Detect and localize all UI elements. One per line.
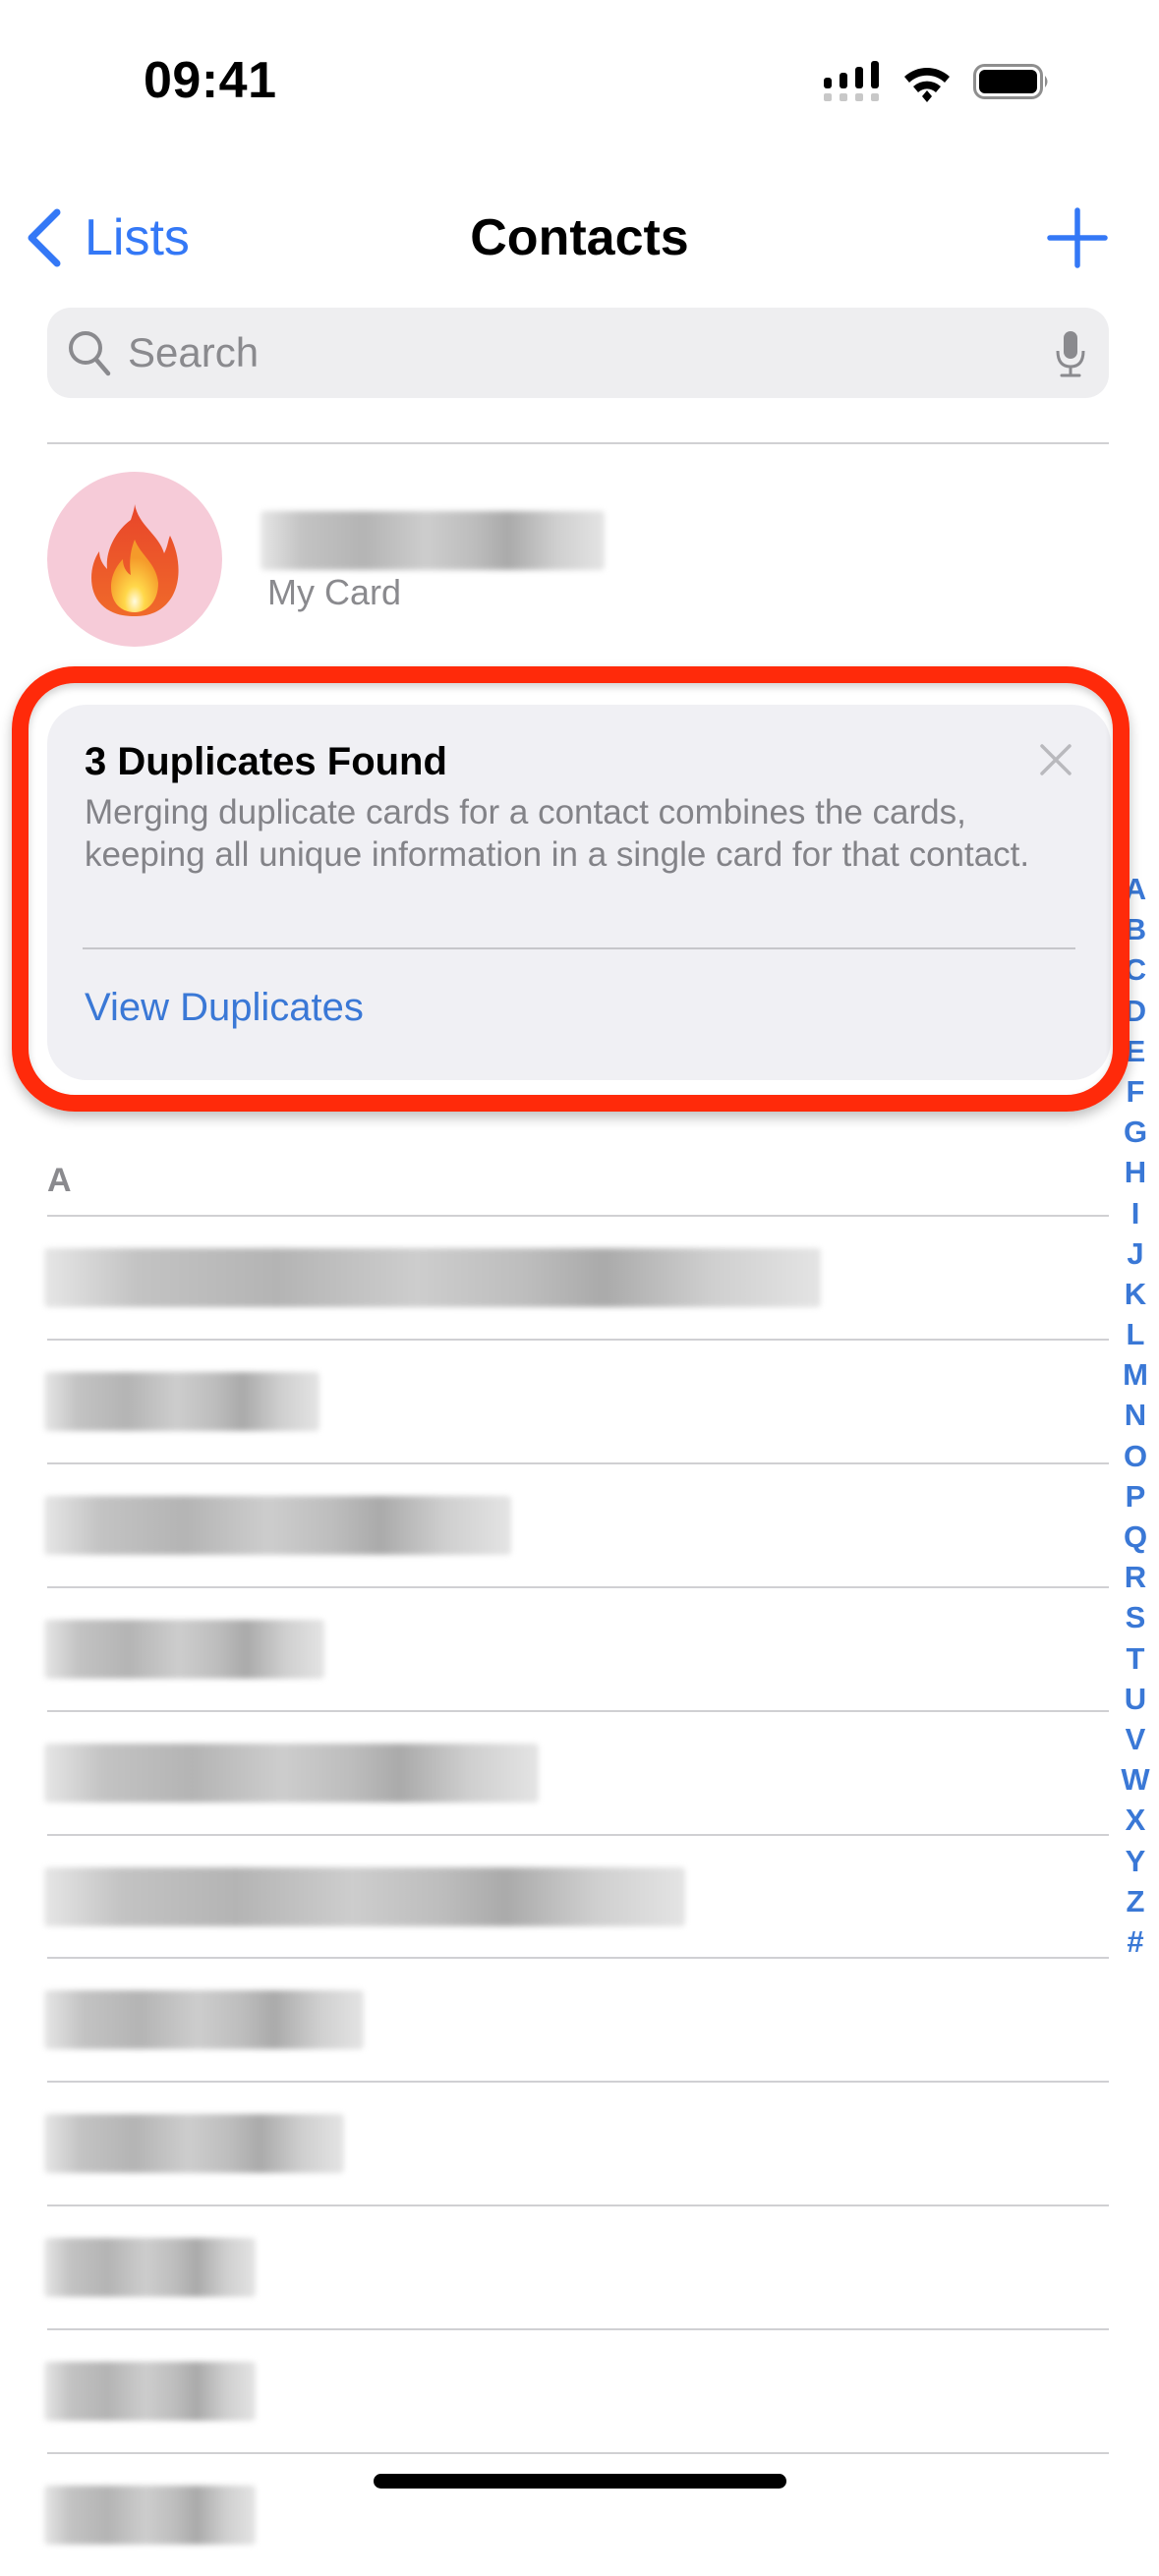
- index-letter[interactable]: M: [1113, 1354, 1158, 1395]
- index-letter[interactable]: A: [1113, 869, 1158, 909]
- index-letter[interactable]: V: [1113, 1719, 1158, 1759]
- index-letter[interactable]: B: [1113, 909, 1158, 949]
- contact-row[interactable]: [0, 2206, 1091, 2328]
- contact-row[interactable]: [0, 1588, 1091, 1710]
- index-letter[interactable]: W: [1113, 1759, 1158, 1800]
- index-letter[interactable]: C: [1113, 949, 1158, 990]
- index-letter[interactable]: S: [1113, 1597, 1158, 1637]
- section-header: A: [47, 1162, 72, 1199]
- my-card-avatar[interactable]: [47, 472, 222, 647]
- search-bar[interactable]: [47, 308, 1109, 398]
- contact-name-redacted: [44, 1248, 821, 1307]
- index-letter[interactable]: Q: [1113, 1517, 1158, 1557]
- index-letter[interactable]: U: [1113, 1679, 1158, 1719]
- wifi-icon: [904, 68, 950, 102]
- my-card-label: My Card: [267, 572, 402, 612]
- battery-icon: [973, 64, 1048, 99]
- contact-row[interactable]: [0, 2083, 1091, 2204]
- contact-name-redacted: [44, 1990, 364, 2050]
- plus-icon: [1047, 207, 1108, 268]
- index-letter[interactable]: R: [1113, 1557, 1158, 1597]
- page-title: Contacts: [470, 209, 689, 266]
- index-letter[interactable]: O: [1113, 1436, 1158, 1476]
- contact-row[interactable]: [0, 1464, 1091, 1586]
- index-letter[interactable]: #: [1113, 1921, 1158, 1962]
- contact-row[interactable]: [0, 1217, 1091, 1339]
- status-time: 09:41: [144, 52, 277, 109]
- home-indicator[interactable]: [374, 2474, 786, 2489]
- contact-row[interactable]: [0, 2454, 1091, 2576]
- contact-row[interactable]: [0, 2330, 1091, 2452]
- index-letter[interactable]: I: [1113, 1193, 1158, 1233]
- card-divider: [83, 947, 1075, 949]
- duplicates-description: Merging duplicate cards for a contact co…: [85, 793, 1030, 874]
- cellular-signal-icon: [824, 61, 879, 101]
- close-icon[interactable]: [1040, 744, 1072, 775]
- status-icons: [824, 61, 1048, 102]
- section-index[interactable]: A B C D E F G H I J K L M N O P Q R S T U V W X Y Z #: [1113, 869, 1158, 1962]
- index-letter[interactable]: D: [1113, 991, 1158, 1031]
- contact-name-redacted: [44, 2486, 256, 2545]
- index-letter[interactable]: P: [1113, 1476, 1158, 1517]
- duplicates-card: 3 Duplicates Found Merging duplicate car…: [47, 705, 1111, 1080]
- index-letter[interactable]: K: [1113, 1274, 1158, 1314]
- index-letter[interactable]: L: [1113, 1314, 1158, 1354]
- contact-name-redacted: [44, 1371, 319, 1431]
- view-duplicates-button[interactable]: View Duplicates: [85, 968, 364, 1047]
- contact-name-redacted: [44, 2114, 344, 2174]
- contact-row[interactable]: [0, 1341, 1091, 1462]
- fire-emoji-icon: [91, 504, 179, 616]
- my-card-name-redacted[interactable]: [261, 511, 605, 570]
- contact-name-redacted: [44, 1866, 685, 1926]
- contact-name-redacted: [44, 1619, 324, 1679]
- index-letter[interactable]: X: [1113, 1800, 1158, 1840]
- contact-row[interactable]: [0, 1959, 1091, 2081]
- index-letter[interactable]: F: [1113, 1071, 1158, 1112]
- index-letter[interactable]: H: [1113, 1152, 1158, 1192]
- add-contact-button[interactable]: [1044, 204, 1111, 271]
- index-letter[interactable]: T: [1113, 1638, 1158, 1679]
- duplicates-title: 3 Duplicates Found: [85, 740, 447, 783]
- contact-row[interactable]: [0, 1836, 1091, 1958]
- contact-name-redacted: [44, 1743, 539, 1803]
- index-letter[interactable]: E: [1113, 1031, 1158, 1071]
- index-letter[interactable]: J: [1113, 1233, 1158, 1274]
- search-icon: [69, 331, 111, 376]
- index-letter[interactable]: G: [1113, 1112, 1158, 1152]
- contact-name-redacted: [44, 2362, 256, 2422]
- contact-name-redacted: [44, 1495, 511, 1555]
- divider: [47, 442, 1109, 444]
- contact-name-redacted: [44, 2238, 256, 2298]
- index-letter[interactable]: Y: [1113, 1841, 1158, 1881]
- search-input[interactable]: [128, 308, 1013, 398]
- index-letter[interactable]: Z: [1113, 1881, 1158, 1921]
- index-letter[interactable]: N: [1113, 1395, 1158, 1435]
- microphone-icon[interactable]: [1054, 329, 1087, 378]
- contact-row[interactable]: [0, 1712, 1091, 1834]
